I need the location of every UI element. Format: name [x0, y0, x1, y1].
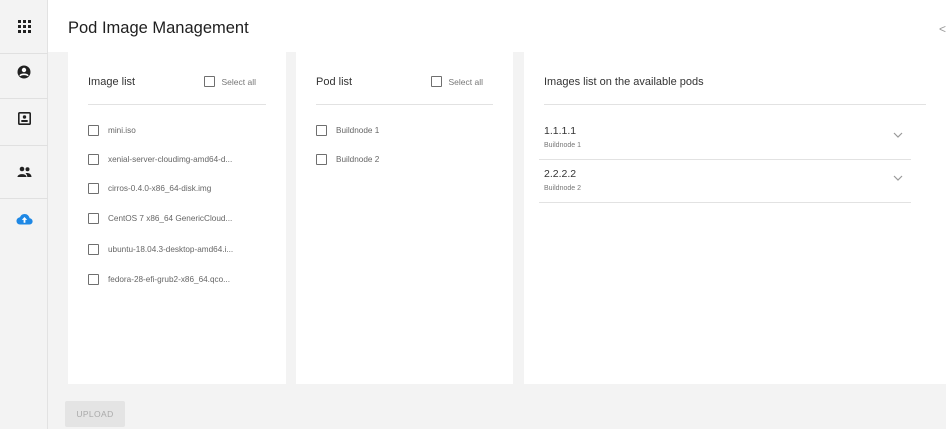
- header: Pod Image Management <: [48, 0, 946, 52]
- pod-list-item[interactable]: Buildnode 1: [316, 125, 379, 136]
- image-checkbox[interactable]: [88, 183, 99, 194]
- images-on-pods-header: Images list on the available pods: [544, 52, 926, 105]
- account-circle-icon: [17, 65, 31, 78]
- image-name: cirros-0.4.0-x86_64-disk.img: [108, 184, 212, 193]
- image-list-item[interactable]: xenial-server-cloudimg-amd64-d...: [88, 154, 232, 165]
- pod-node-name: Buildnode 2: [544, 185, 581, 192]
- images-on-pods-panel: Images list on the available pods 1.1.1.…: [524, 52, 946, 384]
- pod-list-title: Pod list: [316, 76, 353, 88]
- image-list-title: Image list: [88, 76, 136, 88]
- image-name: mini.iso: [108, 126, 136, 135]
- header-edge-chevron[interactable]: <: [939, 22, 946, 36]
- sidebar-item-users[interactable]: [0, 145, 48, 199]
- image-select-all[interactable]: Select all: [203, 76, 257, 87]
- pod-name: Buildnode 1: [336, 126, 380, 135]
- pod-list-header: Pod list Select all: [316, 52, 493, 105]
- sidebar-item-upload[interactable]: [0, 192, 48, 246]
- pod-list-item[interactable]: Buildnode 2: [316, 154, 379, 165]
- chevron-down-icon[interactable]: [893, 175, 903, 181]
- image-list-item[interactable]: mini.iso: [88, 125, 136, 136]
- chevron-down-icon[interactable]: [893, 132, 903, 138]
- image-checkbox[interactable]: [88, 154, 99, 165]
- main-content: Image list Select all mini.iso xenial-se…: [48, 52, 946, 429]
- image-name: fedora-28-efi-grub2-x86_64.qco...: [108, 275, 230, 284]
- image-list-panel: Image list Select all mini.iso xenial-se…: [68, 52, 286, 384]
- image-list-item[interactable]: ubuntu-18.04.3-desktop-amd64.i...: [88, 244, 233, 255]
- image-list-item[interactable]: cirros-0.4.0-x86_64-disk.img: [88, 183, 211, 194]
- pod-ip: 1.1.1.1: [544, 125, 577, 137]
- cloud-upload-icon: [16, 214, 33, 225]
- select-all-checkbox[interactable]: [430, 76, 442, 87]
- pod-checkbox[interactable]: [316, 125, 327, 136]
- images-on-pods-title: Images list on the available pods: [544, 76, 704, 88]
- account-box-icon: [17, 112, 31, 125]
- select-all-label: Select all: [448, 76, 484, 87]
- image-name: ubuntu-18.04.3-desktop-amd64.i...: [108, 245, 234, 254]
- image-checkbox[interactable]: [88, 274, 99, 285]
- group-icon: [17, 166, 31, 177]
- select-all-checkbox[interactable]: [203, 76, 215, 87]
- image-name: CentOS 7 x86_64 GenericCloud...: [108, 214, 233, 223]
- image-name: xenial-server-cloudimg-amd64-d...: [108, 155, 233, 164]
- pod-images-accordion[interactable]: 1.1.1.1 Buildnode 1: [539, 117, 911, 160]
- image-list-item[interactable]: CentOS 7 x86_64 GenericCloud...: [88, 213, 232, 224]
- sidebar: [0, 0, 48, 429]
- pod-checkbox[interactable]: [316, 154, 327, 165]
- sidebar-item-account[interactable]: [0, 45, 48, 99]
- upload-button[interactable]: UPLOAD: [65, 401, 125, 427]
- pod-select-all[interactable]: Select all: [430, 76, 484, 87]
- image-checkbox[interactable]: [88, 244, 99, 255]
- select-all-label: Select all: [221, 76, 257, 87]
- sidebar-item-profile[interactable]: [0, 92, 48, 146]
- pod-images-accordion[interactable]: 2.2.2.2 Buildnode 2: [539, 160, 911, 203]
- image-checkbox[interactable]: [88, 213, 99, 224]
- pod-node-name: Buildnode 1: [544, 142, 581, 149]
- pod-ip: 2.2.2.2: [544, 168, 577, 180]
- image-checkbox[interactable]: [88, 125, 99, 136]
- image-list-header: Image list Select all: [88, 52, 266, 105]
- pod-name: Buildnode 2: [336, 155, 380, 164]
- pod-list-panel: Pod list Select all Buildnode 1 Buildnod…: [296, 52, 513, 384]
- apps-grid-icon: [17, 20, 31, 33]
- image-list-item[interactable]: fedora-28-efi-grub2-x86_64.qco...: [88, 274, 230, 285]
- page-title: Pod Image Management: [68, 19, 249, 37]
